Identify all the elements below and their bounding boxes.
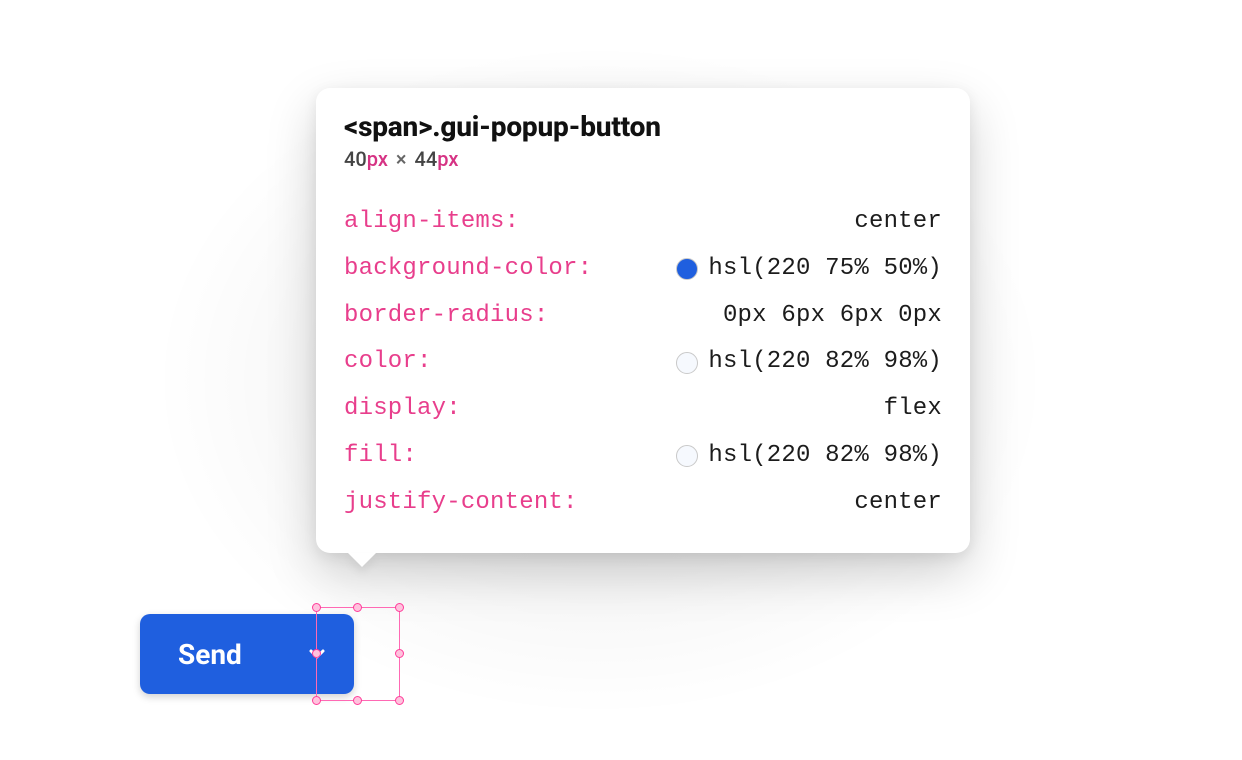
- resize-handle-icon[interactable]: [353, 696, 362, 705]
- resize-handle-icon[interactable]: [353, 603, 362, 612]
- css-property-name: background-color: [344, 255, 578, 282]
- css-property-value: hsl(220 75% 50%): [708, 246, 942, 293]
- height-unit: px: [437, 147, 458, 171]
- css-property-value: center: [854, 480, 942, 527]
- css-property-row: fill: hsl(220 82% 98%): [344, 433, 942, 480]
- width-value: 40: [344, 147, 367, 171]
- resize-handle-icon[interactable]: [395, 649, 404, 658]
- css-property-name: color: [344, 348, 417, 375]
- css-property-name: align-items: [344, 208, 505, 235]
- inspector-dimensions: 40px × 44px: [344, 147, 942, 171]
- css-inspector-tooltip: <span>.gui-popup-button 40px × 44px alig…: [316, 88, 970, 553]
- css-property-row: display: flex: [344, 386, 942, 433]
- css-property-value: hsl(220 82% 98%): [708, 339, 942, 386]
- popup-button[interactable]: [280, 614, 354, 694]
- css-property-row: justify-content: center: [344, 480, 942, 527]
- css-property-value: 0px 6px 6px 0px: [723, 293, 942, 340]
- css-property-list: align-items: center background-color: hs…: [344, 199, 942, 527]
- css-property-name: justify-content: [344, 489, 563, 516]
- dimensions-separator: ×: [396, 147, 407, 171]
- resize-handle-icon[interactable]: [395, 696, 404, 705]
- height-value: 44: [415, 147, 438, 171]
- css-property-row: align-items: center: [344, 199, 942, 246]
- css-property-name: fill: [344, 442, 402, 469]
- resize-handle-icon[interactable]: [312, 603, 321, 612]
- color-swatch-icon: [676, 258, 698, 280]
- css-property-row: color: hsl(220 82% 98%): [344, 339, 942, 386]
- css-property-value: flex: [884, 386, 942, 433]
- chevron-down-icon: [305, 642, 329, 666]
- color-swatch-icon: [676, 352, 698, 374]
- inspector-selector: <span>.gui-popup-button: [344, 110, 942, 143]
- resize-handle-icon[interactable]: [312, 696, 321, 705]
- split-button: Send: [140, 614, 354, 694]
- css-property-value: center: [854, 199, 942, 246]
- send-button[interactable]: Send: [140, 614, 280, 694]
- css-property-row: border-radius: 0px 6px 6px 0px: [344, 293, 942, 340]
- css-property-name: border-radius: [344, 302, 534, 329]
- send-button-label: Send: [178, 638, 242, 671]
- css-property-row: background-color: hsl(220 75% 50%): [344, 246, 942, 293]
- width-unit: px: [367, 147, 388, 171]
- css-property-name: display: [344, 395, 446, 422]
- css-property-value: hsl(220 82% 98%): [708, 433, 942, 480]
- resize-handle-icon[interactable]: [395, 603, 404, 612]
- color-swatch-icon: [676, 445, 698, 467]
